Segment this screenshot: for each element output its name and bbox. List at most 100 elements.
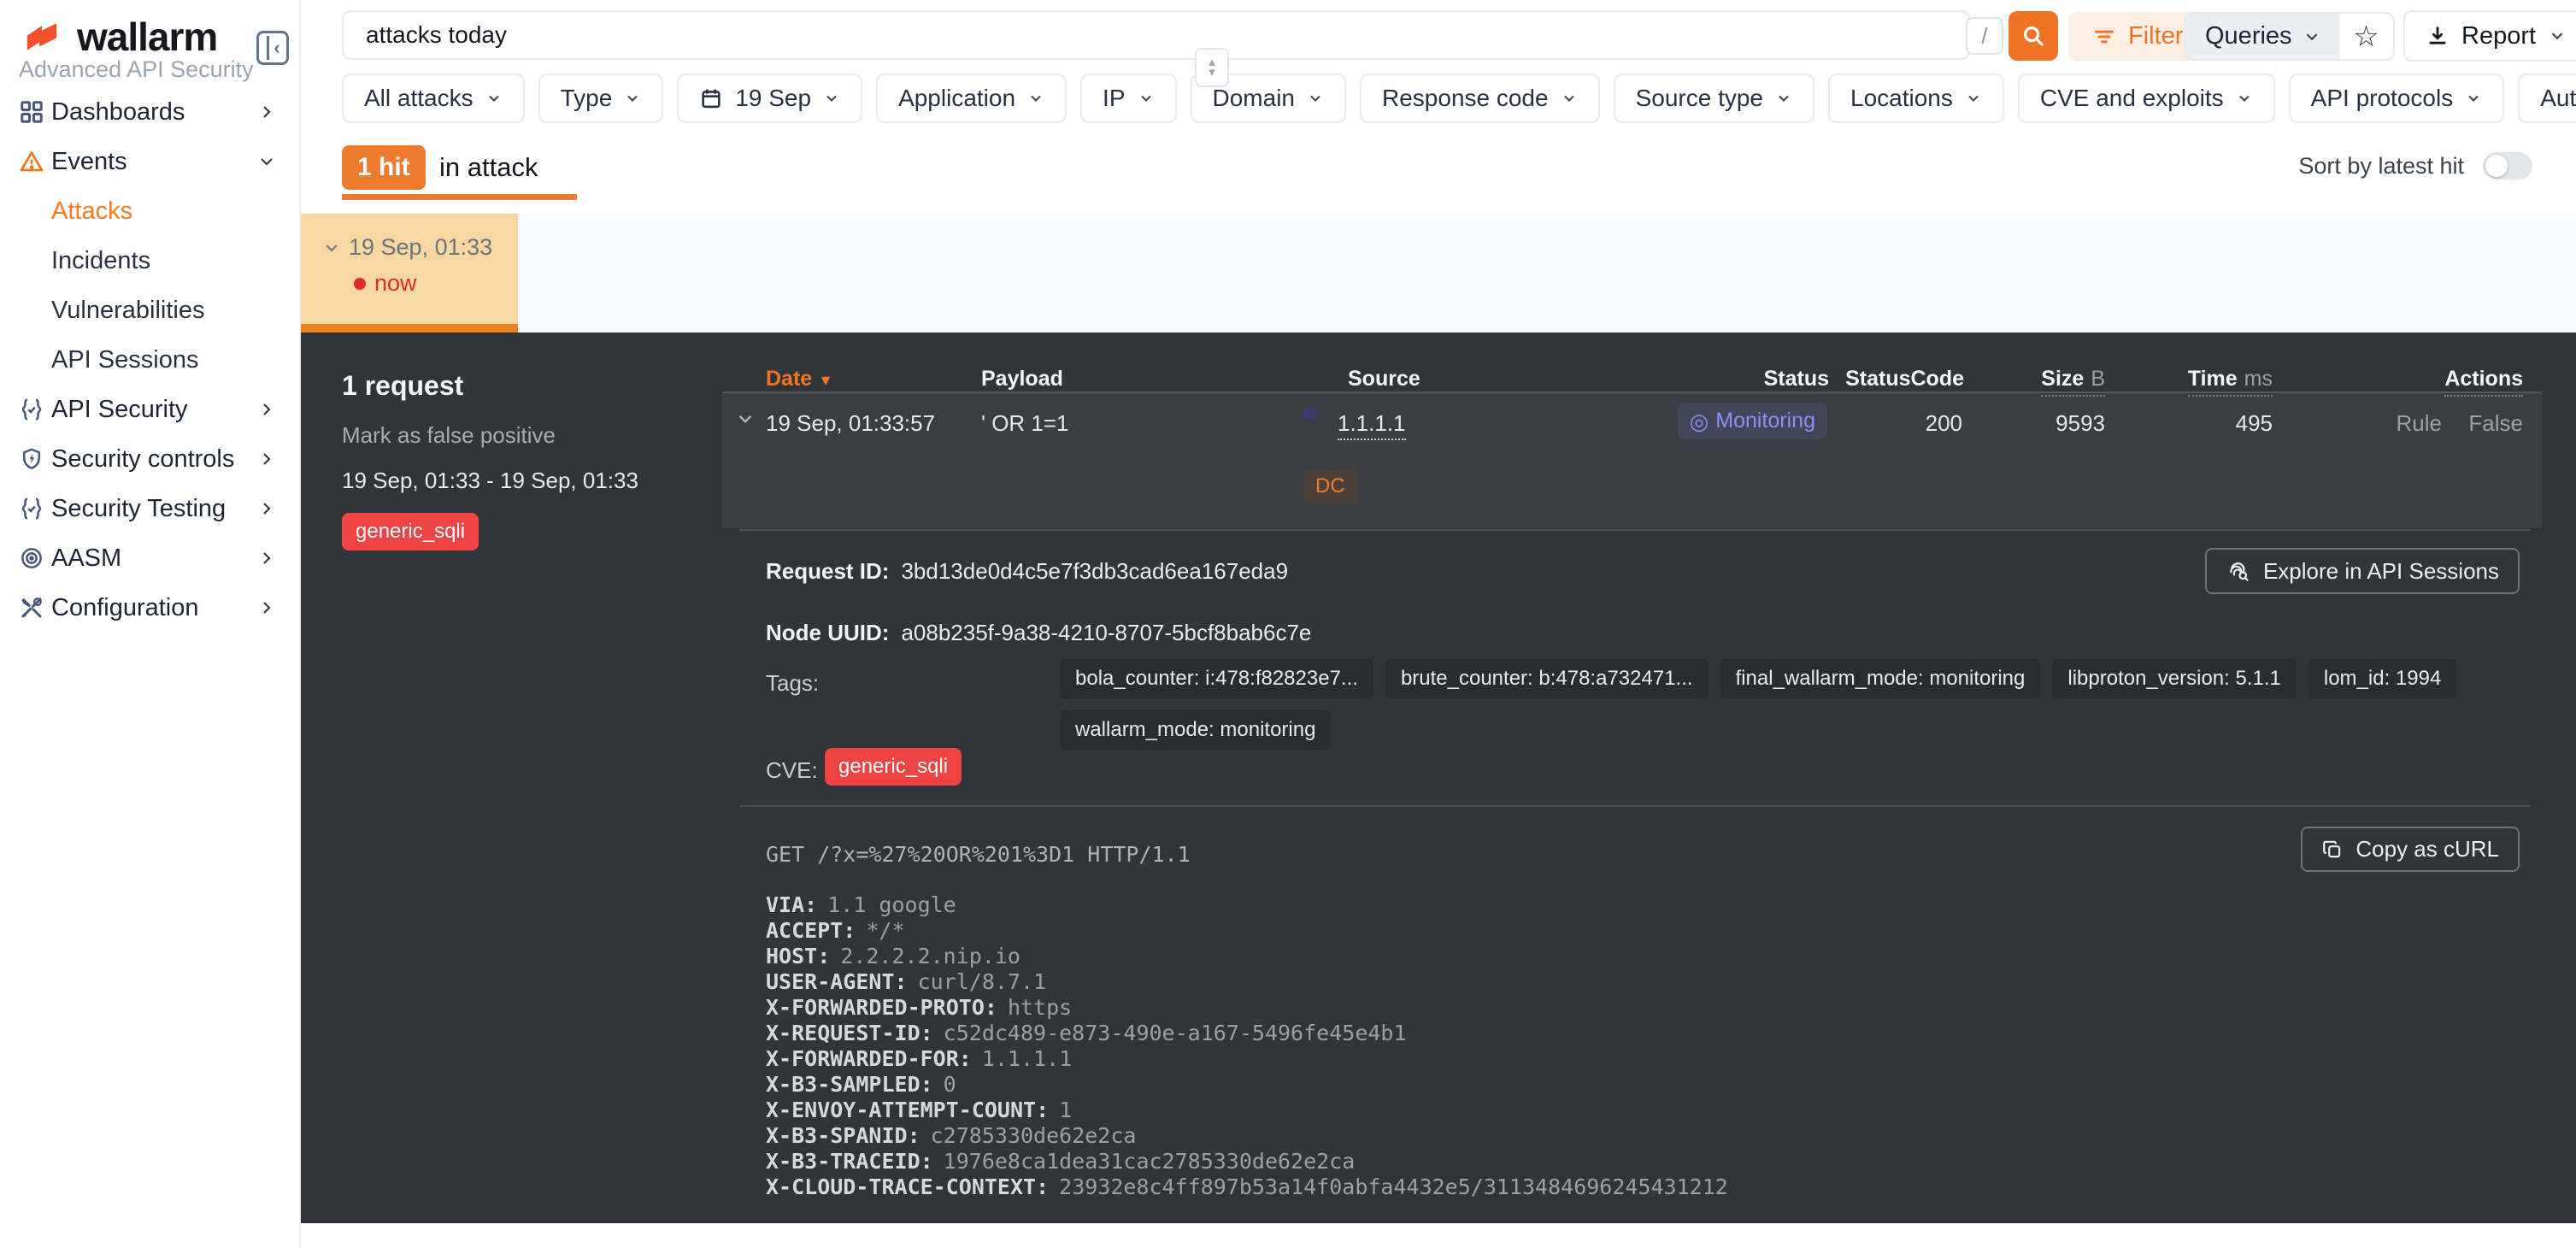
copy-icon [2321, 839, 2344, 861]
search-icon [2020, 23, 2046, 49]
filter-chip-date[interactable]: 19 Sep [677, 74, 862, 123]
sidebar-item-label: Dashboards [51, 98, 185, 127]
requests-table: Date ▼ Payload Source Status StatusCode … [739, 333, 2531, 1223]
column-header-actions[interactable]: Actions [2444, 367, 2523, 397]
dashboards-grid-icon [17, 97, 46, 127]
filter-icon [2092, 25, 2116, 49]
tag-chip[interactable]: final_wallarm_mode: monitoring [1720, 659, 2041, 698]
chevron-right-icon [256, 548, 277, 568]
filter-chip-locations[interactable]: Locations [1828, 74, 2004, 123]
chevron-down-icon [2548, 26, 2567, 45]
search-button[interactable] [2008, 11, 2058, 61]
sidebar-item-api-sessions[interactable]: API Sessions [0, 335, 299, 385]
braces-check-icon [17, 494, 46, 523]
column-header-time[interactable]: Timems [2188, 367, 2273, 397]
tools-icon [17, 593, 46, 622]
sidebar-item-security-controls[interactable]: Security controls [0, 434, 299, 484]
sidebar-item-dashboards[interactable]: Dashboards [0, 87, 299, 137]
column-header-date[interactable]: Date ▼ [766, 367, 833, 391]
mark-false-positive-link[interactable]: Mark as false positive [342, 422, 638, 449]
action-rule-link[interactable]: Rule [2397, 410, 2442, 437]
sidebar-item-label: Configuration [51, 594, 199, 622]
report-label: Report [2461, 22, 2536, 50]
chevron-down-icon [2465, 90, 2482, 107]
chevron-right-icon [256, 498, 277, 519]
filter-chip-authentication[interactable]: Authentication [2518, 74, 2576, 123]
request-payload: ' OR 1=1 [981, 410, 1069, 437]
column-header-payload[interactable]: Payload [981, 367, 1063, 391]
chevron-down-icon [1307, 90, 1324, 107]
star-icon: ☆ [2353, 20, 2379, 54]
filter-chip-source-type[interactable]: Source type [1614, 74, 1814, 123]
hits-tab-indicator [342, 194, 577, 200]
sidebar-item-api-security[interactable]: API Security [0, 385, 299, 434]
column-header-statuscode[interactable]: StatusCode [1845, 367, 1964, 391]
brand-name: wallarm [77, 14, 217, 60]
queries-dropdown[interactable]: Queries [2186, 14, 2340, 59]
tag-chip[interactable]: bola_counter: i:478:f82823e7... [1060, 659, 1373, 698]
chevron-down-icon [1027, 90, 1044, 107]
sidebar-collapse-icon[interactable]: ‹ [256, 31, 289, 65]
filter-chip-api-protocols[interactable]: API protocols [2289, 74, 2505, 123]
tags-list: bola_counter: i:478:f82823e7... brute_co… [1060, 659, 2531, 750]
column-header-status[interactable]: Status [1764, 367, 1829, 391]
explore-api-sessions-button[interactable]: Explore in API Sessions [2205, 548, 2520, 594]
sidebar-item-security-testing[interactable]: Security Testing [0, 484, 299, 533]
tag-chip[interactable]: libproton_version: 5.1.1 [2052, 659, 2297, 698]
attack-date-cell[interactable]: 19 Sep, 01:33 now [301, 214, 518, 324]
chevron-down-icon [624, 90, 641, 107]
filter-chip-bar: All attacks Type 19 Sep Application IP D… [342, 74, 2576, 123]
chevron-right-icon [256, 449, 277, 469]
report-button[interactable]: Report [2403, 10, 2576, 62]
column-header-size[interactable]: SizeB [2041, 367, 2105, 397]
sidebar-item-incidents[interactable]: Incidents [0, 236, 299, 286]
request-size: 9593 [2056, 410, 2105, 437]
chevron-down-icon [2303, 27, 2321, 46]
brand-logo[interactable]: wallarm [19, 14, 217, 60]
action-false-link[interactable]: False [2468, 410, 2523, 437]
sort-desc-icon: ▼ [818, 372, 833, 389]
request-source-ip[interactable]: 1.1.1.1 [1338, 410, 1406, 440]
filter-chip-application[interactable]: Application [876, 74, 1067, 123]
sidebar-item-label: API Security [51, 396, 188, 424]
chevron-down-icon [823, 90, 840, 107]
wallarm-logo-icon [19, 20, 65, 54]
filter-chip-ip[interactable]: IP [1080, 74, 1176, 123]
filter-chip-cve-exploits[interactable]: CVE and exploits [2018, 74, 2275, 123]
sidebar-item-label: Events [51, 148, 127, 176]
slash-shortcut-key: / [1966, 17, 2003, 55]
sidebar-item-label: Security controls [51, 445, 234, 474]
sidebar-item-configuration[interactable]: Configuration [0, 583, 299, 633]
favorite-star-button[interactable]: ☆ [2340, 14, 2393, 59]
cve-label: CVE: [766, 757, 818, 784]
chevron-down-icon [1561, 90, 1578, 107]
request-id-label: Request ID: [766, 558, 889, 584]
column-header-source[interactable]: Source [1348, 367, 1420, 391]
chevron-down-icon [1138, 90, 1155, 107]
sidebar-item-label: AASM [51, 545, 121, 573]
cve-badge[interactable]: generic_sqli [825, 748, 962, 786]
tag-chip[interactable]: wallarm_mode: monitoring [1060, 710, 1331, 750]
tag-chip[interactable]: brute_counter: b:478:a732471... [1385, 659, 1709, 698]
tag-chip[interactable]: lom_id: 1994 [2308, 659, 2456, 698]
sidebar-item-events[interactable]: Events [0, 137, 299, 186]
fingerprint-search-icon [2226, 558, 2251, 584]
brand-subtitle: Advanced API Security [19, 56, 254, 83]
search-input[interactable] [342, 10, 1970, 60]
row-expand-chevron-icon[interactable] [734, 408, 756, 430]
collapse-filters-handle[interactable]: ▴▾ [1195, 48, 1229, 87]
copy-as-curl-button[interactable]: Copy as cURL [2301, 827, 2520, 872]
sidebar-item-vulnerabilities[interactable]: Vulnerabilities [0, 286, 299, 335]
filter-chip-all-attacks[interactable]: All attacks [342, 74, 525, 123]
sort-by-latest-toggle[interactable] [2483, 152, 2532, 180]
attack-recency: now [374, 270, 417, 297]
attack-row[interactable]: 19 Sep, 01:33 now SQLi 1 1.1.1.1 DC 2.2.… [301, 214, 2576, 333]
filter-button-label: Filter [2128, 22, 2183, 50]
request-id-line: Request ID:3bd13de0d4c5e7f3db3cad6ea167e… [766, 558, 1288, 585]
sidebar-item-attacks[interactable]: Attacks [0, 186, 299, 236]
chevron-down-icon [2236, 90, 2253, 107]
filter-chip-type[interactable]: Type [538, 74, 664, 123]
sidebar-item-aasm[interactable]: AASM [0, 533, 299, 583]
filter-chip-response-code[interactable]: Response code [1360, 74, 1600, 123]
attack-date: 19 Sep, 01:33 [349, 234, 492, 261]
